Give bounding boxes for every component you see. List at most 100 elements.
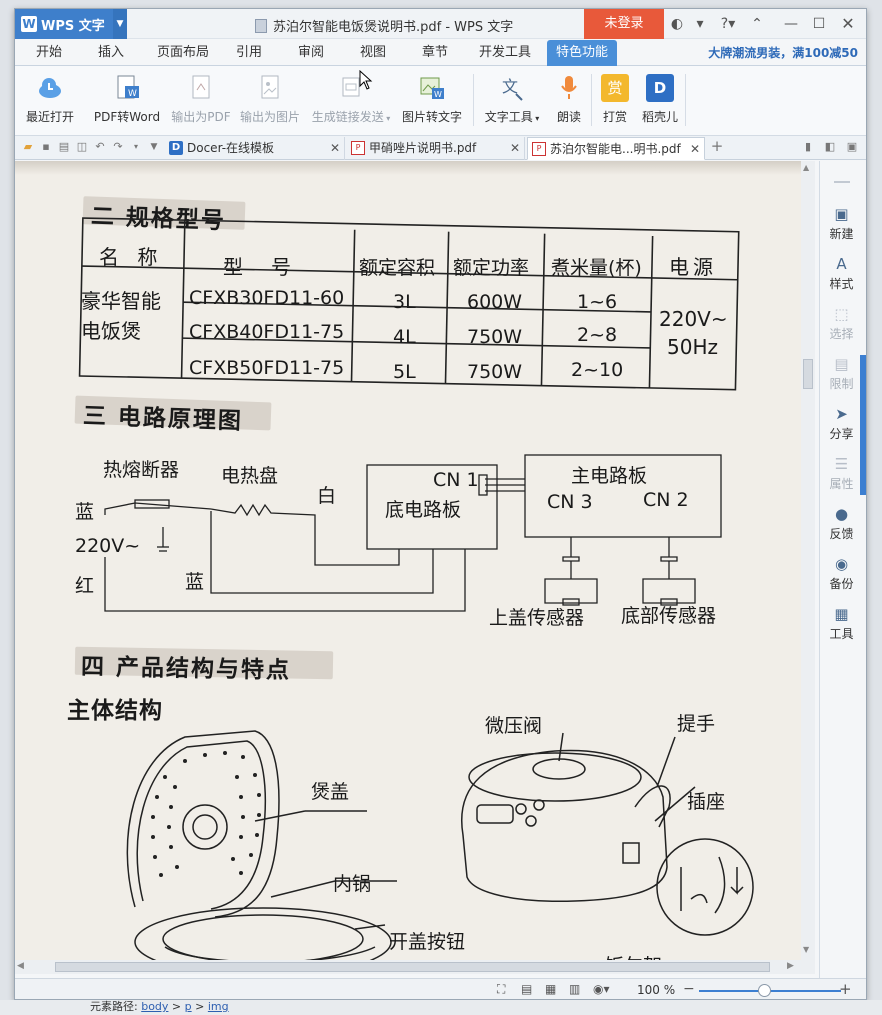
eye-protection-icon[interactable]: ◉▾ [593,982,610,996]
shirt-icon[interactable]: ▾ [692,16,708,32]
image-to-text-icon: W [418,74,446,102]
panel-restrict-button[interactable]: ▤ 限制 [819,355,864,392]
minimize-icon[interactable]: — [783,16,799,32]
tab-home[interactable]: 开始 [27,40,71,66]
page-view-icon[interactable]: ▤ [521,982,532,996]
print-icon[interactable]: ▤ [57,140,71,154]
skin-icon[interactable]: ◐ [669,16,685,32]
circuit-label-heater: 电热盘 [221,465,279,487]
path-body-link[interactable]: body [141,1000,168,1013]
ribbon-separator [473,74,474,126]
vertical-scroll-thumb[interactable] [803,359,813,389]
panel-tools-button[interactable]: ▦ 工具 [819,605,864,642]
new-tab-icon[interactable]: + [710,139,724,154]
image-to-text-button[interactable]: W 图片转文字 [399,72,465,130]
share-link-button[interactable]: 生成链接发送 ▾ [309,72,393,130]
panel-select-button[interactable]: ⬚ 选择 [819,305,864,342]
panel-grip [834,181,850,183]
chevron-down-icon[interactable]: ▼ [113,9,127,39]
close-tab-icon[interactable]: ✕ [330,137,340,159]
model-row-1: CFXB30FD11-60 [189,287,345,309]
panel-new-button[interactable]: ▣ 新建 [819,205,864,242]
outline-view-icon[interactable]: ▦ [545,982,556,996]
panel-share-button[interactable]: ➤ 分享 [819,405,864,442]
tab-view-icon[interactable]: ▮ [801,140,815,154]
app-menu-button[interactable]: W WPS 文字 ▼ [15,9,127,39]
svg-text:文: 文 [502,77,518,96]
export-image-button[interactable]: 输出为图片 [237,72,303,130]
scroll-left-icon[interactable]: ◀ [17,961,24,971]
tab-insert[interactable]: 插入 [89,40,133,66]
collapse-ribbon-icon[interactable]: ⌃ [749,16,765,32]
text-tools-icon: 文 [498,74,526,102]
scroll-up-icon[interactable]: ▲ [803,163,809,172]
circuit-label-blue-1: 蓝 [75,501,95,523]
tools-icon: ▦ [834,605,849,623]
document-viewport[interactable]: 二 规格型号 名 称 型 号 额定容积 额定功率 煮米量(杯) 电源 豪华智能 … [15,161,815,960]
docer-small-icon[interactable]: ◧ [823,140,837,154]
close-tab-icon[interactable]: ✕ [690,138,700,160]
tab-chapter[interactable]: 章节 [413,40,457,66]
panel-properties-button[interactable]: ☰ 属性 [819,455,864,492]
tab-developer[interactable]: 开发工具 [473,40,537,66]
zoom-in-icon[interactable]: + [839,980,852,998]
tab-list-dropdown-icon[interactable]: ▼ [147,140,161,154]
pdf-to-word-button[interactable]: W PDF转Word [91,72,163,130]
rice-row-1: 1~6 [577,291,618,313]
ribbon-toolbar: 最近打开 W PDF转Word 输出为PDF 输出为图片 生成链接发送 ▾ W … [15,66,866,136]
pdf-file-icon: P [532,142,546,156]
path-p-link[interactable]: p [185,1000,192,1013]
select-icon: ⬚ [834,305,849,323]
doc-tab-metronidazole[interactable]: P 甲硝唑片说明书.pdf ✕ [347,137,525,160]
panel-accent-bar [860,355,866,495]
model-row-3: CFXB50FD11-75 [189,357,345,379]
vertical-scrollbar[interactable]: ▲ ▼ [801,161,815,960]
doc-tab-supor-manual[interactable]: P 苏泊尔智能电...明书.pdf ✕ [527,137,705,160]
docer-button[interactable]: D 稻壳儿 [637,72,683,130]
doc-tab-docer[interactable]: D Docer-在线模板 ✕ [165,137,345,160]
cloud-icon [36,74,64,102]
maximize-icon[interactable]: ☐ [811,16,827,32]
power-row-3: 750W [467,361,523,383]
panel-backup-button[interactable]: ◉ 备份 [819,555,864,592]
help-icon[interactable]: ?▾ [715,16,741,32]
reward-button[interactable]: 赏 打赏 [593,72,637,130]
save-icon[interactable]: ▪ [39,140,53,154]
table-header-power-supply: 电源 [669,255,717,279]
tab-review[interactable]: 审阅 [289,40,333,66]
app-name: WPS 文字 [41,18,105,34]
print-preview-icon[interactable]: ◫ [75,140,89,154]
login-button[interactable]: 未登录 [584,9,664,39]
zoom-out-icon[interactable]: − [683,981,695,997]
quick-access-dropdown-icon[interactable]: ▾ [129,140,143,154]
path-img-link[interactable]: img [208,1000,229,1013]
promo-link[interactable]: 大牌潮流男装，满100减50 [708,40,858,66]
export-pdf-button[interactable]: 输出为PDF [169,72,233,130]
panel-feedback-button[interactable]: ● 反馈 [819,505,864,542]
scroll-right-icon[interactable]: ▶ [787,961,794,971]
tab-references[interactable]: 引用 [229,40,269,66]
read-aloud-button[interactable]: 朗读 [547,72,591,130]
tab-page-layout[interactable]: 页面布局 [149,40,217,66]
horizontal-scroll-thumb[interactable] [55,962,770,972]
tab-special-features[interactable]: 特色功能 [547,40,617,66]
undo-icon[interactable]: ↶ [93,140,107,154]
zoom-level[interactable]: 100 % [637,983,675,997]
recent-open-button[interactable]: 最近打开 [19,72,81,130]
zoom-slider-knob[interactable] [758,984,771,997]
circuit-label-voltage: 220V~ [75,535,141,557]
text-tools-button[interactable]: 文 文字工具 ▾ [479,72,545,130]
open-folder-icon[interactable]: ▰ [21,140,35,154]
reading-view-icon[interactable]: ▥ [569,982,580,996]
reward-icon: 赏 [601,74,629,102]
tab-view[interactable]: 视图 [351,40,395,66]
fit-page-icon[interactable]: ⛶ [497,982,505,997]
scroll-down-icon[interactable]: ▼ [803,945,809,954]
panel-style-button[interactable]: A 样式 [819,255,864,292]
tab-menu-icon[interactable]: ▣ [845,140,859,154]
redo-icon[interactable]: ↷ [111,140,125,154]
rice-row-2: 2~8 [577,324,618,346]
close-icon[interactable]: ✕ [840,16,856,32]
close-tab-icon[interactable]: ✕ [510,137,520,159]
title-bar: W WPS 文字 ▼ 苏泊尔智能电饭煲说明书.pdf - WPS 文字 未登录 … [15,9,866,39]
